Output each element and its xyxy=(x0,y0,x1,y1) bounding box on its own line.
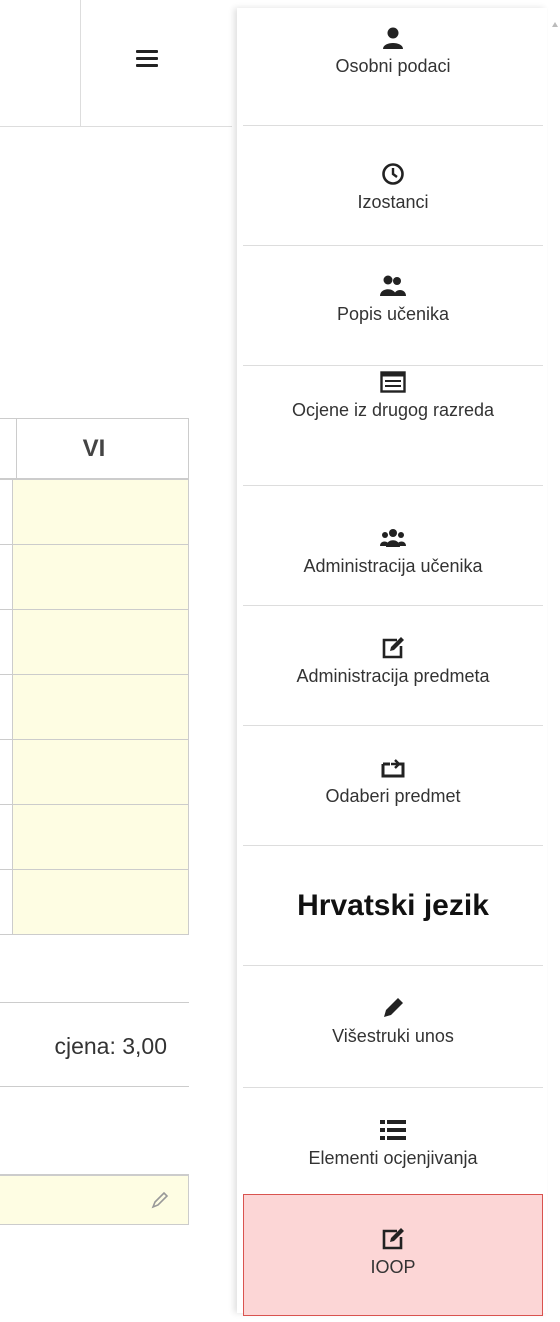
grade-cell[interactable] xyxy=(0,805,189,870)
scrollbar[interactable] xyxy=(548,8,560,1313)
grade-cell[interactable] xyxy=(0,610,189,675)
exchange-icon xyxy=(381,759,405,778)
hamburger-menu-icon[interactable] xyxy=(136,50,158,68)
grade-cell[interactable] xyxy=(0,870,189,935)
menu-item-odaberi-predmet[interactable]: Odaberi predmet xyxy=(243,726,543,846)
grade-cell[interactable] xyxy=(0,740,189,805)
edit-icon xyxy=(382,1228,404,1250)
table-row-empty xyxy=(0,1087,189,1175)
menu-item-popis-ucenika[interactable]: Popis učenika xyxy=(243,246,543,366)
average-grade-text: cjena: 3,00 xyxy=(54,1033,167,1059)
menu-item-ocjene-drugog-razreda[interactable]: Ocjene iz drugog razreda xyxy=(243,366,543,486)
menu-item-visestruki-unos[interactable]: Višestruki unos xyxy=(243,966,543,1088)
average-row: cjena: 3,00 xyxy=(0,1003,189,1087)
grade-table: VI xyxy=(0,418,189,935)
grade-cell[interactable] xyxy=(0,545,189,610)
menu-item-administracija-ucenika[interactable]: Administracija učenika xyxy=(243,486,543,606)
grade-cell[interactable] xyxy=(0,480,189,545)
top-toolbar xyxy=(0,0,232,127)
grade-cell[interactable] xyxy=(0,675,189,740)
selected-subject-title: Hrvatski jezik xyxy=(243,846,543,966)
table-row-empty xyxy=(0,937,189,1003)
edit-icon xyxy=(382,637,404,659)
toolbar-divider xyxy=(80,0,81,126)
list-card-icon xyxy=(380,371,406,393)
group-icon xyxy=(380,529,406,547)
list-icon xyxy=(380,1120,406,1140)
users-icon xyxy=(380,275,406,296)
side-menu: Osobni podaci Izostanci Popis učenika Oc… xyxy=(237,8,547,1316)
user-icon xyxy=(383,27,403,49)
menu-item-elementi-ocjenjivanja[interactable]: Elementi ocjenjivanja xyxy=(243,1088,543,1196)
clock-icon xyxy=(382,163,404,185)
column-header-vi: VI xyxy=(0,418,189,481)
menu-item-osobni-podaci[interactable]: Osobni podaci xyxy=(243,8,543,126)
note-edit-row[interactable] xyxy=(0,1175,189,1225)
pencil-icon[interactable] xyxy=(150,1190,170,1210)
menu-item-administracija-predmeta[interactable]: Administracija predmeta xyxy=(243,606,543,726)
pencil-icon xyxy=(384,998,403,1017)
menu-item-izostanci[interactable]: Izostanci xyxy=(243,126,543,246)
menu-item-ioop[interactable]: IOOP xyxy=(243,1194,543,1316)
